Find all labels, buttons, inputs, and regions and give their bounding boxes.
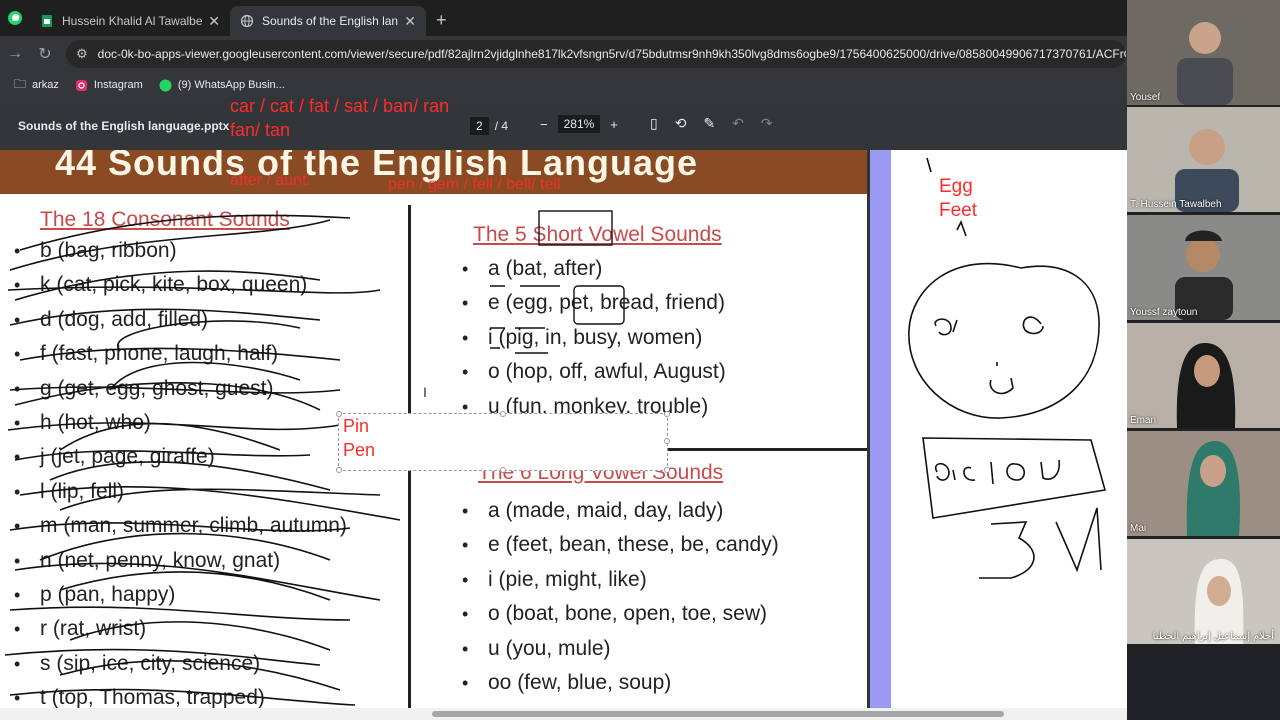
slide-edge-strip — [867, 150, 891, 708]
close-tab-icon[interactable]: ✕ — [404, 13, 416, 30]
google-sheets-icon — [42, 15, 52, 27]
participant-tile[interactable]: Eman — [1127, 323, 1280, 428]
whatsapp-icon — [8, 11, 22, 25]
textbox-line: Pin — [343, 416, 370, 436]
tab-strip: Hussein Khalid Al Tawalbeh - G ✕ Sounds … — [0, 0, 1127, 36]
participant-video — [1127, 107, 1280, 212]
address-row: → ↻ ⚙ doc-0k-bo-apps-viewer.googleuserco… — [0, 36, 1127, 72]
whiteboard-area: Egg Feet — [891, 150, 1127, 708]
redo-icon[interactable]: ↷ — [761, 115, 773, 132]
participants-panel: Yousef T. Hussein Tawalbeh Youssf zaytou… — [1127, 0, 1280, 720]
document-title: Sounds of the English language.pptx — [18, 119, 230, 133]
bookmark-whatsapp[interactable]: (9) WhatsApp Busin... — [159, 79, 285, 92]
resize-handle[interactable] — [664, 411, 670, 417]
instagram-icon — [75, 79, 87, 91]
tab-title: Hussein Khalid Al Tawalbeh - G — [62, 14, 203, 28]
annotation-text: car / cat / fat / sat / ban/ ran — [230, 96, 450, 116]
bookmark-arkaz[interactable]: 🗀 arkaz — [14, 75, 59, 96]
participant-tile[interactable]: Mai — [1127, 431, 1280, 536]
zoom-out-icon[interactable]: − — [540, 117, 548, 132]
annotation-textbox[interactable]: Pin Pen — [336, 411, 670, 473]
page-number-input[interactable]: 2 — [470, 117, 489, 135]
participant-name: Youssf zaytoun — [1130, 307, 1198, 318]
horizontal-scrollbar[interactable] — [0, 708, 1127, 720]
whiteboard-drawing — [908, 157, 1107, 579]
fit-page-icon[interactable]: ▯ — [650, 115, 658, 132]
screen: Hussein Khalid Al Tawalbeh - G ✕ Sounds … — [0, 0, 1280, 720]
slide-page: 44 Sounds of the English Language after … — [0, 150, 867, 708]
url-text: doc-0k-bo-apps-viewer.googleusercontent.… — [97, 47, 1126, 61]
participant-tile[interactable]: T. Hussein Tawalbeh — [1127, 107, 1280, 212]
zoom-level[interactable]: 281% — [557, 115, 601, 133]
participant-video — [1127, 539, 1280, 644]
participant-tile[interactable]: Yousef — [1127, 0, 1280, 105]
participant-video — [1127, 323, 1280, 428]
participant-name: T. Hussein Tawalbeh — [1130, 199, 1222, 210]
bookmark-label: Instagram — [93, 79, 143, 91]
text-cursor-icon: I — [423, 384, 427, 400]
participant-video — [1127, 0, 1280, 105]
pdf-toolbar: Sounds of the English language.pptx 2 / … — [0, 96, 1127, 150]
zoom-controls: − 281% + — [540, 115, 618, 133]
bookmark-instagram[interactable]: Instagram — [75, 79, 143, 92]
page-indicator: 2 / 4 — [470, 117, 508, 135]
whatsapp-pinned-tab[interactable] — [0, 0, 30, 36]
resize-handle[interactable] — [500, 467, 506, 473]
bookmark-label: (9) WhatsApp Busin... — [177, 79, 285, 91]
participant-tile[interactable]: Youssf zaytoun — [1127, 215, 1280, 320]
participant-name: Mai — [1130, 523, 1147, 534]
reload-icon[interactable]: ↻ — [30, 44, 60, 64]
resize-handle[interactable] — [336, 467, 342, 473]
resize-handle[interactable] — [336, 411, 342, 417]
tab-sounds-english[interactable]: Sounds of the English languag ✕ — [230, 6, 426, 36]
pdf-tools: ▯ ⟲ ✎ ↶ ↷ — [650, 115, 790, 132]
new-tab-button[interactable]: + — [426, 6, 457, 36]
close-tab-icon[interactable]: ✕ — [208, 13, 220, 30]
undo-icon[interactable]: ↶ — [732, 115, 744, 132]
participant-name: Yousef — [1130, 92, 1161, 103]
whatsapp-icon — [159, 79, 172, 91]
participant-tile[interactable]: أحلام إسماعيل إبراهيم الخطبا — [1127, 539, 1280, 644]
site-info-icon[interactable]: ⚙ — [76, 46, 88, 62]
url-bar[interactable]: ⚙ doc-0k-bo-apps-viewer.googleuserconten… — [66, 40, 1126, 68]
scrollbar-thumb[interactable] — [432, 711, 1004, 717]
globe-icon — [240, 14, 254, 28]
resize-handle[interactable] — [664, 438, 670, 444]
resize-handle[interactable] — [664, 467, 670, 473]
participant-name: Eman — [1130, 415, 1157, 426]
forward-icon[interactable]: → — [0, 45, 30, 63]
annotation-text: fan/ tan — [230, 120, 291, 140]
zoom-in-icon[interactable]: + — [610, 117, 618, 132]
textbox-line: Pen — [343, 440, 376, 460]
participant-video — [1127, 215, 1280, 320]
bookmark-label: arkaz — [32, 79, 59, 91]
bookmarks-bar: 🗀 arkaz Instagram (9) WhatsApp Busin... — [0, 72, 1127, 98]
tab-title: Sounds of the English languag — [262, 14, 399, 28]
rotate-icon[interactable]: ⟲ — [675, 115, 687, 132]
participant-name: أحلام إسماعيل إبراهيم الخطبا — [1152, 631, 1274, 642]
tab-google-sheet[interactable]: Hussein Khalid Al Tawalbeh - G ✕ — [30, 6, 230, 36]
participant-video — [1127, 431, 1280, 536]
page-total: / 4 — [494, 119, 509, 133]
annotate-icon[interactable]: ✎ — [703, 115, 715, 132]
folder-icon: 🗀 — [14, 76, 27, 91]
resize-handle[interactable] — [500, 411, 506, 417]
